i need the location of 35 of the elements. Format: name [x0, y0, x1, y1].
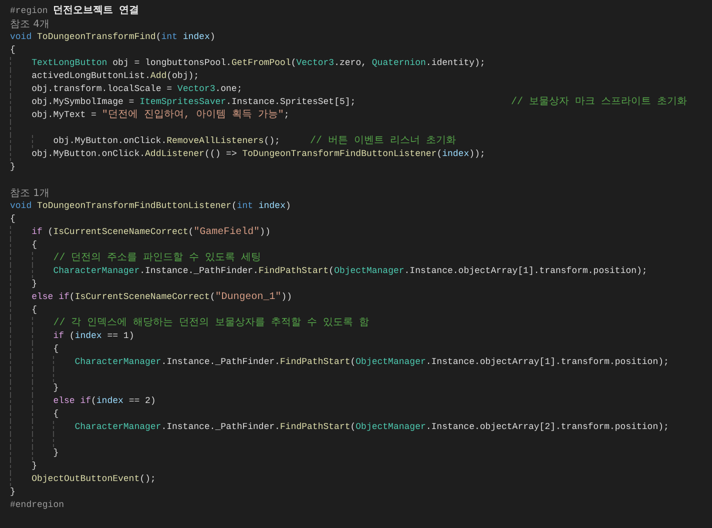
code-line: obj.MyButton.onClick.AddListener(() => ToDungeonTransformFindButtonListener(index));	[32, 148, 486, 161]
code-line: obj.MyButton.onClick.RemoveAllListeners(); // 버튼 이벤트 리스너 초기화	[53, 135, 456, 148]
code-line: ObjectOutButtonEvent();	[32, 473, 156, 486]
code-line: {	[10, 44, 16, 57]
code-line: TextLongButton obj = longbuttonsPool.GetFromPool(Vector3.zero, Quaternion.identity);	[32, 57, 486, 70]
code-line: void ToDungeonTransformFind(int index)	[10, 31, 216, 44]
reference-count-link[interactable]: 참조 4개	[10, 18, 50, 31]
code-line: {	[53, 408, 59, 421]
code-line: CharacterManager.Instance._PathFinder.FindPathStart(ObjectManager.Instance.objectArray[1].transform.position);	[74, 356, 669, 369]
code-line: // 던전의 주소를 파인드할 수 있도록 세팅	[53, 252, 262, 265]
code-line: if (IsCurrentSceneNameCorrect("GameField"))	[32, 226, 270, 239]
code-line: obj.MyText = "던전에 진입하여, 아이템 획득 가능";	[32, 109, 290, 122]
code-line: void ToDungeonTransformFindButtonListener(int index)	[10, 200, 291, 213]
code-line: CharacterManager.Instance._PathFinder.FindPathStart(ObjectManager.Instance.objectArray[1].transform.position);	[53, 265, 648, 278]
code-line: activedLongButtonList.Add(obj);	[32, 70, 200, 83]
code-line: {	[32, 304, 37, 317]
code-line: obj.transform.localScale = Vector3.one;	[32, 83, 242, 96]
code-line: else if(index == 2)	[53, 395, 156, 408]
code-line: {	[32, 239, 37, 252]
code-line: }	[10, 486, 16, 499]
code-line: }	[53, 382, 59, 395]
code-line: }	[32, 278, 37, 291]
code-line: if (index == 1)	[53, 330, 134, 343]
code-line: CharacterManager.Instance._PathFinder.FindPathStart(ObjectManager.Instance.objectArray[2].transform.position);	[74, 421, 669, 434]
code-line: }	[32, 460, 37, 473]
reference-count-link[interactable]: 참조 1개	[10, 187, 50, 200]
code-line: }	[10, 161, 16, 174]
code-line: else if(IsCurrentSceneNameCorrect("Dungeon_1"))	[32, 291, 292, 304]
code-line: }	[53, 447, 59, 460]
code-line: {	[53, 343, 59, 356]
code-line: // 각 인덱스에 해당하는 던전의 보물상자를 추적할 수 있도록 함	[53, 317, 370, 330]
code-line: obj.MySymbolImage = ItemSpritesSaver.Instance.SpritesSet[5]; // 보물상자 마크 스프라이트 초기화	[32, 96, 688, 109]
code-line: #endregion	[10, 499, 64, 512]
code-line: #region 던전오브젝트 연결	[10, 5, 140, 18]
code-line: {	[10, 213, 16, 226]
